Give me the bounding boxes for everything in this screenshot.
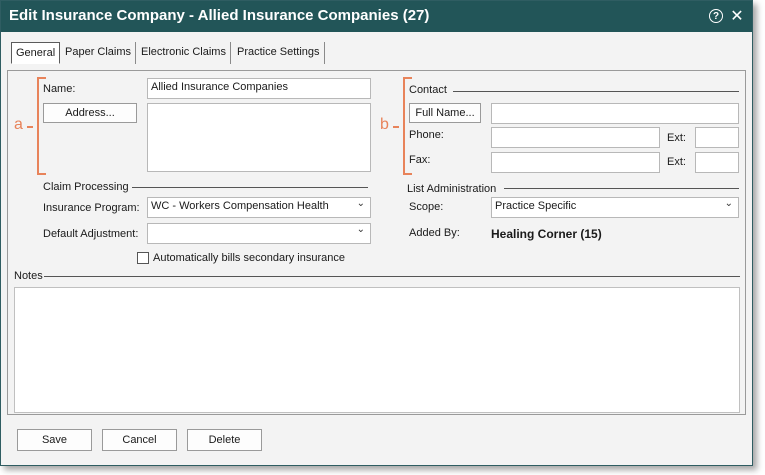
tab-practice-settings[interactable]: Practice Settings — [233, 42, 325, 64]
help-icon[interactable]: ? — [707, 7, 725, 25]
notes-divider — [44, 276, 740, 277]
fax-input[interactable] — [491, 152, 660, 173]
contact-section-label: Contact — [409, 84, 447, 96]
insurance-program-select[interactable]: WC - Workers Compensation Health ⌄ — [147, 197, 371, 218]
title-bar: Edit Insurance Company - Allied Insuranc… — [1, 1, 752, 32]
contact-divider — [453, 91, 739, 92]
tab-paper-claims[interactable]: Paper Claims — [61, 42, 137, 64]
notes-label: Notes — [14, 270, 43, 282]
list-admin-label: List Administration — [407, 183, 497, 195]
scope-label: Scope: — [409, 201, 444, 213]
list-admin-divider — [504, 188, 739, 189]
scope-value: Practice Specific — [495, 200, 577, 212]
phone-ext-input[interactable] — [695, 127, 739, 148]
fax-ext-label: Ext: — [667, 156, 686, 168]
chevron-down-icon: ⌄ — [724, 198, 733, 209]
auto-bill-label: Automatically bills secondary insurance — [153, 252, 345, 264]
default-adjustment-select[interactable]: ⌄ — [147, 223, 371, 244]
added-by-label: Added By: — [409, 227, 460, 239]
save-button[interactable]: Save — [17, 429, 92, 451]
full-name-button[interactable]: Full Name... — [409, 103, 481, 123]
scope-select[interactable]: Practice Specific ⌄ — [491, 197, 739, 218]
delete-button[interactable]: Delete — [187, 429, 262, 451]
cancel-button[interactable]: Cancel — [102, 429, 177, 451]
full-name-input[interactable] — [491, 103, 739, 124]
address-button[interactable]: Address... — [43, 103, 137, 123]
edit-insurance-dialog: Edit Insurance Company - Allied Insuranc… — [0, 0, 753, 466]
tab-electronic-claims[interactable]: Electronic Claims — [137, 42, 231, 64]
phone-input[interactable] — [491, 127, 660, 148]
auto-bill-checkbox[interactable] — [137, 252, 149, 264]
phone-label: Phone: — [409, 129, 444, 141]
default-adjustment-label: Default Adjustment: — [43, 228, 139, 240]
added-by-value: Healing Corner (15) — [491, 227, 602, 241]
notes-textarea[interactable] — [14, 287, 740, 413]
phone-ext-label: Ext: — [667, 132, 686, 144]
fax-label: Fax: — [409, 154, 431, 166]
name-input[interactable]: Allied Insurance Companies — [147, 78, 371, 99]
address-textarea[interactable] — [147, 103, 371, 172]
fax-ext-input[interactable] — [695, 152, 739, 173]
chevron-down-icon: ⌄ — [356, 198, 365, 209]
claim-processing-label: Claim Processing — [43, 181, 129, 193]
claim-processing-divider — [132, 187, 368, 188]
chevron-down-icon: ⌄ — [356, 224, 365, 235]
annotation-b-dash — [393, 126, 399, 128]
insurance-program-value: WC - Workers Compensation Health — [151, 200, 329, 212]
annotation-a: a — [14, 116, 23, 133]
insurance-program-label: Insurance Program: — [43, 202, 140, 214]
tab-general[interactable]: General — [11, 42, 61, 64]
annotation-b: b — [380, 116, 389, 133]
window-title: Edit Insurance Company - Allied Insuranc… — [9, 7, 430, 24]
name-label: Name: — [43, 83, 76, 95]
general-panel: a Name: Allied Insurance Companies Addre… — [7, 70, 746, 415]
annotation-a-dash — [27, 126, 33, 128]
close-icon[interactable]: ✕ — [728, 7, 746, 25]
